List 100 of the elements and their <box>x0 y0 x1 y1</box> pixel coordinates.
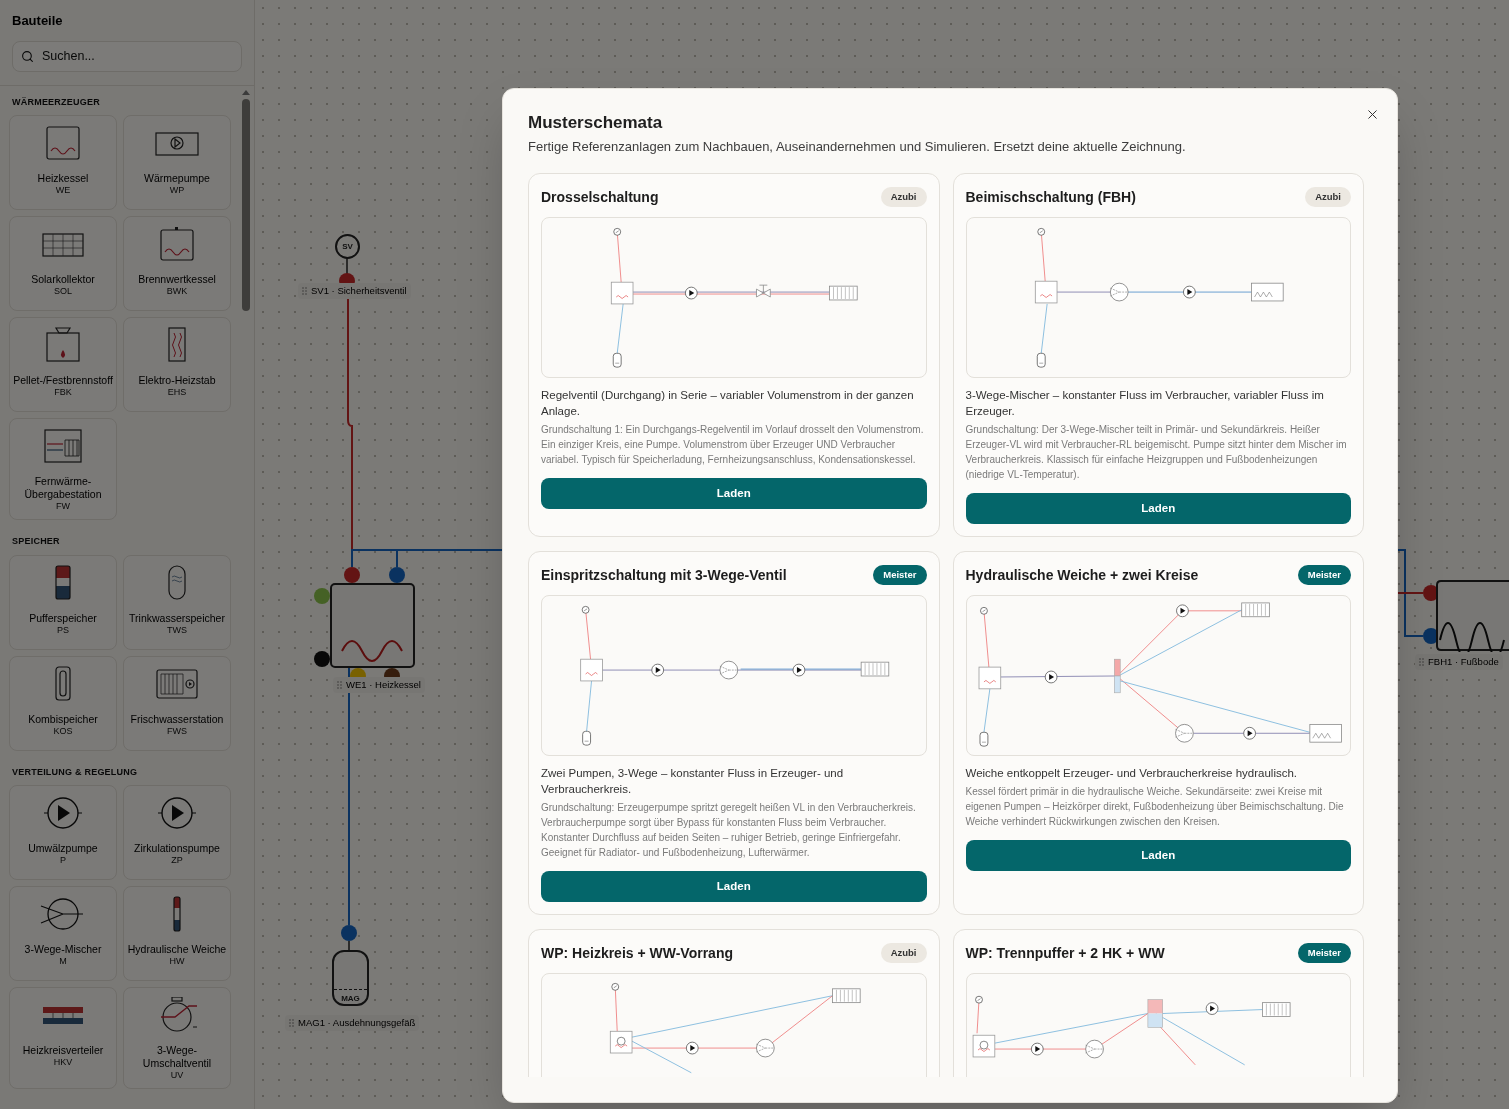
section-heading: VERTEILUNG & REGELUNG <box>11 765 139 779</box>
card-summary: Zwei Pumpen, 3-Wege – konstanter Fluss in Erzeuger- und Verbraucherkreis. <box>541 766 845 797</box>
component-code: KOS <box>53 725 73 737</box>
component-tile[interactable]: Heizkreisverteiler HKV <box>9 987 117 1089</box>
component-tile[interactable]: Trinkwasserspeicher TWS <box>123 554 231 650</box>
component-icon <box>168 327 186 363</box>
card-title: WP: Heizkreis + WW-Vorrang <box>541 943 733 963</box>
component-code: SOL <box>54 286 72 297</box>
component-icon <box>173 896 181 932</box>
component-code: EHS <box>167 387 187 398</box>
grip-icon <box>302 287 307 296</box>
component-name: Heizkessel <box>36 172 90 185</box>
load-button[interactable]: Laden <box>965 493 1351 524</box>
component-code: FW <box>56 501 70 512</box>
grip-icon <box>337 681 342 690</box>
search-field[interactable]: Suchen... <box>12 40 242 72</box>
component-icon <box>168 564 186 601</box>
load-button[interactable]: Laden <box>541 871 927 902</box>
component-tile[interactable]: Pellet-/Festbrennstoff FBK <box>9 317 117 412</box>
node-label: WE1 · Heizkessel <box>346 678 421 692</box>
load-button[interactable]: Laden <box>965 840 1351 871</box>
scroll-up-icon[interactable] <box>242 89 250 95</box>
component-code: TWS <box>167 624 187 636</box>
card-summary: Weiche entkoppelt Erzeuger- und Verbraucherkreise hydraulisch. <box>965 766 1299 781</box>
card-description: Grundschaltung: Der 3-Wege-Mischer teilt in Primär- und Sekundärkreis. Heißer Erzeuger-VL wird mit Verbraucher-RL beigemischt. Pumpe sitzt hinter dem Mischer im Verbraucherkreis. Klassisch für einfache Heizgruppen und Fußbodenheizungen (niedrige VL-Temperatur). <box>965 423 1348 482</box>
scrollbar-thumb[interactable] <box>242 98 250 311</box>
level-badge: Azubi <box>880 942 927 964</box>
load-button[interactable]: Laden <box>541 478 927 509</box>
component-code: HW <box>169 956 185 967</box>
component-code: BWK <box>166 286 188 297</box>
component-code: WE <box>55 185 71 196</box>
component-tile[interactable]: Wärmepumpe WP <box>123 115 231 210</box>
component-tile[interactable]: 3-Wege-Mischer M <box>9 886 117 981</box>
component-icon <box>55 665 71 702</box>
card-title: Beimischschaltung (FBH) <box>965 187 1136 207</box>
card-title: Drosselschaltung <box>541 187 659 207</box>
boiler-symbol[interactable] <box>330 583 415 668</box>
sidebar-title: Bauteile <box>12 12 64 30</box>
component-tile[interactable]: Kombispeicher KOS <box>9 655 117 751</box>
dialog-title: Musterschemata <box>528 112 663 134</box>
component-name: Solarkollektor <box>30 273 96 286</box>
component-name: 3-Wege-Mischer <box>23 943 103 956</box>
component-code: FWS <box>167 725 187 737</box>
component-tile[interactable]: Frischwasserstation FWS <box>123 655 231 751</box>
component-tile[interactable]: Zirkulationspumpe ZP <box>123 785 231 880</box>
card-description: Kessel fördert primär in die hydraulische Weiche. Sekundärseite: zwei Kreise mit eigenen Pumpen – Heizkörper direkt, Fußbodenheizung über Beimischschaltung. Die Weiche verhindert Rückwirkungen zwischen den Kreisen. <box>965 785 1345 829</box>
component-tile[interactable]: Umwälzpumpe P <box>9 785 117 880</box>
expansion-vessel-symbol[interactable]: MAG <box>332 950 369 1006</box>
component-code: HKV <box>53 1057 73 1068</box>
component-tile[interactable]: 3-Wege-Umschaltventil UV <box>123 987 231 1089</box>
section-heading: SPEICHER <box>11 535 61 548</box>
component-name: Pufferspeicher <box>28 611 98 625</box>
component-name: Hydraulische Weiche <box>126 943 228 956</box>
component-tile[interactable]: Fernwärme-Übergabestation FW <box>9 418 117 520</box>
component-name: Frischwasserstation <box>129 712 225 726</box>
grip-icon <box>289 1019 294 1028</box>
search-icon <box>21 49 34 63</box>
component-code: FBK <box>54 387 72 398</box>
card-summary: Regelventil (Durchgang) in Serie – variabler Volumenstrom in der ganzen Anlage. <box>541 388 915 419</box>
component-icon <box>55 564 71 601</box>
component-name: Umwälzpumpe <box>27 842 99 855</box>
level-badge: Meister <box>873 564 927 586</box>
component-code: P <box>60 855 66 866</box>
level-badge: Azubi <box>1305 186 1351 208</box>
section-heading: WÄRMEERZEUGER <box>11 95 101 109</box>
component-code: M <box>59 956 67 967</box>
card-summary: 3-Wege-Mischer – konstanter Fluss im Verbraucher, variabler Fluss im Erzeuger. <box>965 388 1325 419</box>
dialog-subtitle: Fertige Referenzanlagen zum Nachbauen, Auseinandernehmen und Simulieren. Ersetzt deine aktuelle Zeichnung. <box>528 138 1187 156</box>
component-tile[interactable]: Solarkollektor SOL <box>9 216 117 311</box>
component-code: UV <box>170 1070 184 1081</box>
card-title: Einspritzschaltung mit 3-Wege-Ventil <box>541 565 787 585</box>
component-code: PS <box>57 624 69 636</box>
node-label: SV1 · Sicherheitsventil <box>311 284 407 298</box>
component-tile[interactable]: Heizkessel WE <box>9 115 117 210</box>
card-description: Grundschaltung: Erzeugerpumpe spritzt geregelt heißen VL in den Verbraucherkreis. Verbraucherpumpe sorgt über Bypass für konstanten Fluss beim Verbraucher. Konstanter Durchfluss auf beiden Seiten – ruhiger Betrieb, geringe Einfriergefahr. Geeignet für Radiator- und Fußbodenheizung, Lufterwärmer. <box>541 801 917 860</box>
component-name: Elektro-Heizstab <box>137 374 217 387</box>
component-tile[interactable]: Brennwertkessel BWK <box>123 216 231 311</box>
component-tile[interactable]: Pufferspeicher PS <box>9 554 117 650</box>
component-tile[interactable]: Hydraulische Weiche HW <box>123 886 231 981</box>
component-name: Heizkreisverteiler <box>21 1044 105 1057</box>
card-description: Grundschaltung 1: Ein Durchgangs-Regelventil im Vorlauf drosselt den Volumenstrom. Ein einziger Kreis, eine Pumpe. Volumenstrom über Erzeuger UND Verbraucher variabel. Typisch für Speicherladung, Fernheizungsanschluss, Kondensationskessel. <box>541 423 925 467</box>
component-name: 3-Wege-Umschaltventil <box>141 1044 213 1070</box>
card-title: Hydraulische Weiche + zwei Kreise <box>965 565 1199 585</box>
level-badge: Azubi <box>880 186 927 208</box>
card-title: WP: Trennpuffer + 2 HK + WW <box>965 943 1165 963</box>
component-name: Kombispeicher <box>27 712 99 726</box>
component-name: Zirkulationspumpe <box>133 842 221 855</box>
component-code: ZP <box>171 855 183 866</box>
floor-heating-symbol[interactable] <box>1436 580 1509 652</box>
component-name: Pellet-/Festbrennstoff <box>12 374 114 387</box>
component-tile[interactable]: Elektro-Heizstab EHS <box>123 317 231 412</box>
level-badge: Meister <box>1297 564 1351 586</box>
level-badge: Meister <box>1297 942 1351 964</box>
node-label: MAG1 · Ausdehnungsgefäß <box>298 1016 416 1030</box>
component-name: Brennwertkessel <box>137 273 217 286</box>
grip-icon <box>1419 658 1424 667</box>
component-name: Fernwärme-Übergabestation <box>23 475 103 501</box>
component-name: Trinkwasserspeicher <box>128 611 226 625</box>
valve-symbol[interactable]: SV <box>335 234 360 259</box>
component-code: WP <box>169 185 185 196</box>
